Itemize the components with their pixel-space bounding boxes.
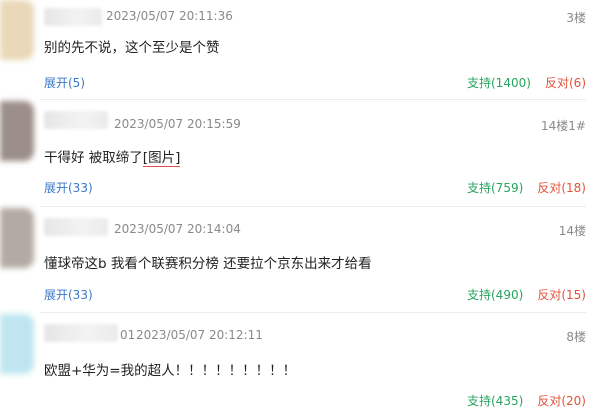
oppose-button[interactable]: 反对(20) bbox=[537, 392, 586, 409]
username-fragment: 01 bbox=[120, 328, 136, 342]
comment-content: 懂球帝这b 我看个联赛积分榜 还要拉个京东出来才给看 bbox=[44, 256, 372, 272]
comment-time: 2023/05/07 20:14:04 bbox=[114, 222, 241, 236]
divider bbox=[40, 206, 586, 207]
avatar[interactable] bbox=[0, 314, 34, 374]
expand-replies-link[interactable]: 展开(5) bbox=[44, 74, 85, 91]
divider bbox=[40, 312, 586, 313]
username-blurred[interactable] bbox=[44, 324, 118, 342]
comment-time: 2023/05/07 20:15:59 bbox=[114, 117, 241, 131]
support-button[interactable]: 支持(435) bbox=[467, 392, 523, 409]
comment-item: 01 2023/05/07 20:12:11 8楼 欧盟+华为=我的超人！！！！… bbox=[0, 314, 600, 413]
support-button[interactable]: 支持(1400) bbox=[467, 74, 531, 91]
avatar[interactable] bbox=[0, 0, 34, 60]
comment-item: 2023/05/07 20:15:59 14楼1# 干得好 被取缔了[图片] 展… bbox=[0, 101, 600, 207]
avatar[interactable] bbox=[0, 101, 34, 161]
image-link[interactable]: [图片] bbox=[142, 150, 181, 167]
floor-number: 8楼 bbox=[566, 330, 586, 344]
floor-number: 3楼 bbox=[566, 11, 586, 25]
expand-replies-link[interactable]: 展开(33) bbox=[44, 286, 93, 303]
support-button[interactable]: 支持(490) bbox=[467, 286, 523, 303]
username-blurred[interactable] bbox=[44, 111, 108, 129]
floor-number: 14楼1# bbox=[541, 119, 586, 133]
comment-content: 欧盟+华为=我的超人！！！！！！！！！ bbox=[44, 363, 297, 379]
avatar[interactable] bbox=[0, 208, 34, 268]
comment-text: 干得好 被取缔了 bbox=[44, 150, 143, 166]
comment-content: 别的先不说，这个至少是个赞 bbox=[44, 40, 220, 56]
floor-number: 14楼 bbox=[558, 224, 586, 238]
comment-item: 2023/05/07 20:11:36 3楼 别的先不说，这个至少是个赞 展开(… bbox=[0, 0, 600, 100]
expand-replies-link[interactable]: 展开(33) bbox=[44, 179, 93, 196]
oppose-button[interactable]: 反对(18) bbox=[537, 179, 586, 196]
username-blurred[interactable] bbox=[44, 218, 108, 236]
oppose-button[interactable]: 反对(15) bbox=[537, 286, 586, 303]
comment-list: 2023/05/07 20:11:36 3楼 别的先不说，这个至少是个赞 展开(… bbox=[0, 0, 600, 413]
username-blurred[interactable] bbox=[44, 8, 102, 26]
divider bbox=[40, 99, 586, 100]
comment-time: 2023/05/07 20:12:11 bbox=[136, 328, 263, 342]
support-button[interactable]: 支持(759) bbox=[467, 179, 523, 196]
comment-content: 干得好 被取缔了[图片] bbox=[44, 146, 181, 167]
oppose-button[interactable]: 反对(6) bbox=[545, 74, 586, 91]
comment-time: 2023/05/07 20:11:36 bbox=[106, 9, 233, 23]
comment-item: 2023/05/07 20:14:04 14楼 懂球帝这b 我看个联赛积分榜 还… bbox=[0, 208, 600, 313]
